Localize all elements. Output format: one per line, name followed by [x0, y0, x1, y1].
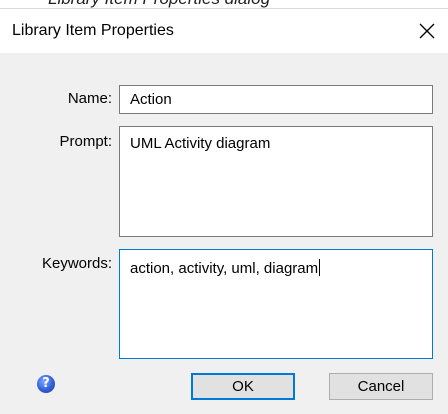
library-item-properties-dialog: Library Item Properties Name: Action Pro…: [0, 8, 448, 414]
background-window-text: Library Item Properties dialog: [0, 0, 448, 8]
background-window-caption: Library Item Properties dialog: [48, 0, 270, 8]
close-button[interactable]: [404, 9, 448, 53]
prompt-value: UML Activity diagram: [130, 135, 271, 152]
name-label: Name:: [67, 90, 112, 107]
name-field[interactable]: Action: [119, 85, 433, 114]
keywords-text: action, activity, uml, diagram: [130, 259, 321, 277]
prompt-field[interactable]: UML Activity diagram: [119, 126, 433, 237]
keywords-value: action, activity, uml, diagram: [130, 260, 319, 277]
cancel-button[interactable]: Cancel: [329, 373, 433, 400]
keywords-label: Keywords:: [41, 255, 112, 272]
window-title: Library Item Properties: [12, 22, 174, 39]
text-caret: [319, 259, 321, 276]
close-icon: [419, 23, 435, 39]
name-value: Action: [130, 91, 172, 108]
prompt-label: Prompt:: [59, 133, 112, 150]
ok-button[interactable]: OK: [191, 373, 295, 400]
keywords-field[interactable]: action, activity, uml, diagram: [119, 249, 433, 359]
help-icon[interactable]: ?: [37, 375, 55, 393]
title-bar: Library Item Properties: [0, 9, 448, 53]
